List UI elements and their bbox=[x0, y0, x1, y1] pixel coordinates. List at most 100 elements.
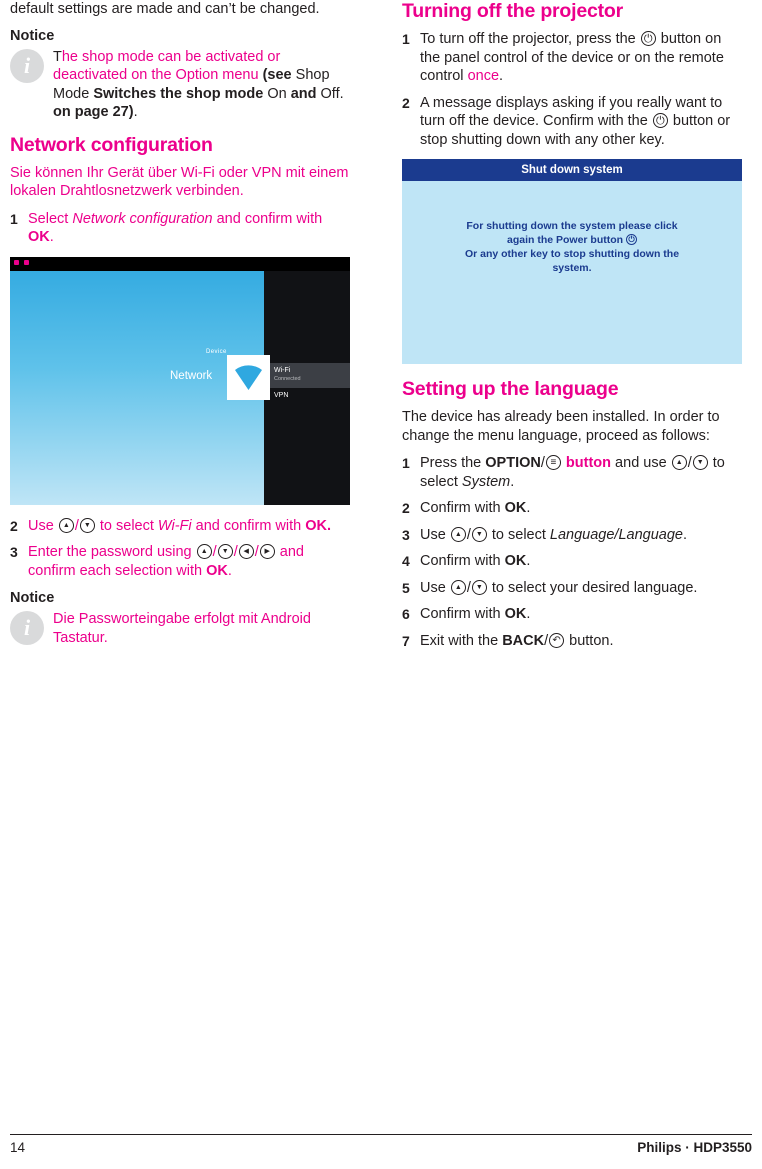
dialog-line-1: For shutting down the system please clic… bbox=[466, 220, 678, 232]
text-run: . bbox=[526, 553, 531, 569]
text-run: / bbox=[540, 455, 545, 471]
text-run: . bbox=[227, 562, 232, 579]
text-run: Confirm with bbox=[420, 606, 505, 622]
text-run: Confirm with bbox=[420, 500, 505, 516]
arrow-left-key-icon bbox=[238, 544, 254, 559]
turn-off-steps: 1 To turn off the projector, press the bu… bbox=[402, 30, 742, 149]
status-dot-2 bbox=[24, 259, 29, 265]
text-run: and confirm with bbox=[191, 517, 306, 534]
dialog-title: Shut down system bbox=[402, 159, 742, 181]
heading-network-configuration: Network configuration bbox=[10, 133, 213, 156]
step-text: To turn off the projector, press the but… bbox=[420, 30, 742, 86]
right-column: Turning off the projector 1 To turn off t… bbox=[402, 0, 742, 660]
dialog-line-2: again the Power button bbox=[506, 234, 626, 246]
step-text: Use / to select your desired language. bbox=[420, 579, 697, 598]
text-run: Select bbox=[28, 210, 73, 227]
text-run: Use bbox=[28, 517, 58, 534]
text-run: On bbox=[267, 85, 291, 102]
numbered-step: 1 Select Network configuration and confir… bbox=[10, 210, 350, 247]
language-steps: 1Press the OPTION/ button and use / to s… bbox=[402, 454, 742, 650]
numbered-step: 7 Exit with the BACK/ button. bbox=[402, 632, 742, 651]
text-run: to select bbox=[487, 526, 550, 543]
text-run: / bbox=[254, 544, 259, 560]
text-run: BACK bbox=[502, 632, 545, 649]
text-run: and bbox=[290, 85, 321, 102]
step-text: Confirm with OK. bbox=[420, 605, 530, 624]
step-number: 7 bbox=[402, 632, 410, 649]
list-item-label: VPN bbox=[274, 391, 289, 399]
step-text: Exit with the BACK/ button. bbox=[420, 632, 614, 651]
step-text: A message displays asking if you really … bbox=[420, 94, 742, 150]
text-run: . bbox=[526, 500, 531, 516]
numbered-step: 3 Use / to select Language/Language. bbox=[402, 526, 742, 545]
text-run: and confirm with bbox=[212, 210, 323, 227]
numbered-step: 2 Confirm with OK. bbox=[402, 499, 742, 518]
text-run: T bbox=[53, 48, 62, 65]
text-run: . bbox=[526, 606, 531, 622]
arrow-right-key-icon bbox=[259, 544, 275, 559]
network-steps-before-screenshot: 1 Select Network configuration and confir… bbox=[10, 210, 350, 247]
list-item-label: Wi-Fi bbox=[274, 366, 291, 374]
numbered-step: 2 A message displays asking if you really… bbox=[402, 94, 742, 150]
language-paragraph: The device has already been installed. I… bbox=[402, 409, 720, 444]
numbered-step: 1 To turn off the projector, press the bu… bbox=[402, 30, 742, 86]
step-text: Confirm with OK. bbox=[420, 552, 530, 571]
step-number: 2 bbox=[402, 94, 410, 111]
heading-setting-up-language: Setting up the language bbox=[402, 378, 619, 400]
network-steps-after-screenshot: 2 Use / to select Wi-Fi and confirm with … bbox=[10, 517, 350, 581]
text-run: / bbox=[544, 632, 549, 649]
text-run: OK bbox=[504, 553, 527, 569]
screenshot-list-item-wifi[interactable]: Wi-Fi Connected bbox=[270, 362, 350, 388]
heading-turning-off-projector: Turning off the projector bbox=[402, 0, 624, 22]
arrow-up-key-icon bbox=[671, 455, 687, 470]
arrow-up-key-icon bbox=[196, 544, 212, 559]
step-text: Use / to select Language/Language. bbox=[420, 526, 687, 545]
text-run: button bbox=[561, 455, 612, 471]
text-run: Network configuration bbox=[72, 210, 213, 227]
text-run: OK bbox=[504, 500, 527, 516]
text-run: / bbox=[74, 517, 79, 534]
screenshot-device-label: Device bbox=[206, 348, 227, 355]
notice-text: The shop mode can be activated or deacti… bbox=[53, 48, 350, 122]
step-text: Use / to select Wi-Fi and confirm with O… bbox=[28, 517, 331, 536]
text-run: button. bbox=[565, 632, 614, 649]
text-run: Enter the password using bbox=[28, 544, 196, 560]
wifi-icon bbox=[235, 364, 262, 390]
numbered-step: 2 Use / to select Wi-Fi and confirm with … bbox=[10, 517, 350, 536]
dialog-line-3: Or any other key to stop shutting down t… bbox=[464, 248, 680, 260]
text-run: OK bbox=[206, 562, 228, 579]
text-run: Exit with the bbox=[420, 632, 503, 649]
text-run: and use bbox=[611, 455, 671, 471]
step-number: 1 bbox=[402, 31, 410, 47]
numbered-step: 6 Confirm with OK. bbox=[402, 605, 742, 624]
notice-block-shop-mode: Notice i The shop mode can be activated … bbox=[10, 28, 350, 122]
text-run: (see bbox=[262, 67, 296, 83]
step-number: 3 bbox=[10, 544, 18, 560]
notice-heading: Notice bbox=[10, 27, 55, 44]
text-run: to select your desired language. bbox=[487, 579, 698, 596]
page-footer: 14 Philips · HDP3550 bbox=[10, 1134, 752, 1155]
arrow-up-key-icon bbox=[450, 579, 466, 595]
text-run: on page 27) bbox=[53, 104, 134, 120]
text-run: OK. bbox=[305, 517, 332, 534]
step-text: Select Network configuration and confirm… bbox=[28, 210, 350, 247]
text-run: Use bbox=[420, 579, 450, 596]
intro-paragraph: default settings are made and can’t be c… bbox=[10, 1, 320, 17]
text-run: Language/Language bbox=[549, 526, 683, 543]
text-run: to select bbox=[95, 517, 158, 534]
power-key-icon bbox=[652, 113, 668, 128]
dialog-line-4: system. bbox=[552, 262, 592, 274]
power-icon bbox=[626, 234, 637, 245]
screenshot-list-item-vpn[interactable]: VPN bbox=[270, 388, 350, 404]
text-run: OK bbox=[504, 606, 527, 622]
screenshot-top-bar bbox=[10, 256, 350, 271]
numbered-step: 4 Confirm with OK. bbox=[402, 552, 742, 571]
status-dot-1 bbox=[14, 259, 19, 265]
text-run: Wi-Fi bbox=[157, 517, 192, 534]
text-run: . bbox=[499, 68, 504, 84]
network-paragraph: Sie können Ihr Gerät über Wi-Fi oder VPN… bbox=[10, 164, 349, 200]
left-column: default settings are made and can’t be c… bbox=[10, 0, 350, 659]
arrow-down-key-icon bbox=[692, 455, 708, 470]
page-number: 14 bbox=[10, 1140, 26, 1155]
numbered-step: 5 Use / to select your desired language. bbox=[402, 579, 742, 598]
